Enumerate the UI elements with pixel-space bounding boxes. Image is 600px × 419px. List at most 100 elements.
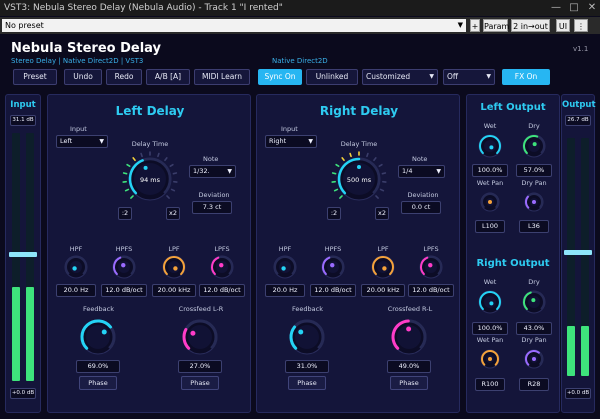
plugin-subtitle: Stereo Delay | Native Direct2D | VST3	[11, 57, 144, 65]
chevron-down-icon: ▼	[99, 138, 104, 145]
host-menu-button[interactable]: ⋮	[574, 19, 588, 32]
chevron-down-icon: ▼	[429, 73, 434, 80]
right-hpfs-knob[interactable]	[319, 253, 347, 281]
input-meter-graphic[interactable]	[6, 133, 40, 383]
left-hpfs-knob[interactable]	[110, 253, 138, 281]
delay-tick-mark	[124, 188, 130, 192]
right-hpf-value: 20.0 Hz	[265, 284, 305, 297]
right-input-select[interactable]: Right ▼	[265, 135, 317, 148]
right-hpfs-value: 12.0 dB/oct	[310, 284, 356, 297]
close-icon[interactable]: ✕	[584, 0, 600, 16]
right-input-label: Input	[281, 125, 298, 133]
undo-button[interactable]: Undo	[64, 69, 102, 85]
preset-select[interactable]: No preset ▼	[2, 19, 466, 32]
right-lpf-knob[interactable]	[369, 253, 397, 281]
chevron-down-icon: ▼	[436, 168, 441, 175]
left-lpf-knob[interactable]	[160, 253, 188, 281]
left-mul2-button[interactable]: x2	[166, 207, 180, 220]
sync-button[interactable]: Sync On	[258, 69, 302, 85]
left-hpf-knob[interactable]	[62, 253, 90, 281]
ab-button[interactable]: A/B [A]	[146, 69, 190, 85]
plugin-version: v1.1	[573, 45, 589, 53]
left-wet-value: 100.0%	[472, 164, 508, 177]
maximize-icon[interactable]: □	[566, 0, 582, 16]
left-dry-pan-value: L36	[519, 220, 549, 233]
right-delay-title: Right Delay	[319, 104, 399, 118]
fx-button[interactable]: FX On	[502, 69, 550, 85]
ui-button[interactable]: UI	[556, 19, 570, 32]
minimize-icon[interactable]: —	[548, 0, 564, 16]
output-meter-graphic[interactable]	[562, 138, 594, 378]
delay-tick-mark	[341, 157, 345, 162]
left-input-value: Left	[60, 137, 73, 145]
right-lpfs-knob[interactable]	[417, 253, 445, 281]
right-delay-time-value: 500 ms	[346, 176, 372, 184]
right-lpfs-value: 12.0 dB/oct	[408, 284, 454, 297]
left-deviation-value[interactable]: 7.3 ct	[192, 201, 232, 214]
right-feedback-label: Feedback	[292, 305, 323, 313]
right-dry-pan-knob[interactable]	[522, 347, 546, 371]
right-feedback-knob[interactable]	[279, 315, 335, 359]
left-crossfeed-phase-button[interactable]: Phase	[181, 376, 219, 390]
right-note-label: Note	[412, 155, 428, 163]
left-dry-knob[interactable]	[520, 132, 548, 160]
left-lpfs-knob[interactable]	[208, 253, 236, 281]
delay-tick-mark	[333, 188, 339, 192]
right-deviation-value[interactable]: 0.0 ct	[401, 201, 441, 214]
left-dry-label: Dry	[528, 122, 540, 130]
left-wet-knob[interactable]	[476, 132, 504, 160]
delay-tick-mark	[366, 152, 369, 158]
param-button[interactable]: Param	[483, 19, 509, 32]
output-title: Output	[562, 100, 596, 110]
add-preset-button[interactable]: +	[470, 19, 480, 32]
midi-learn-button[interactable]: MIDI Learn	[194, 69, 250, 85]
delay-tick-mark	[373, 157, 377, 162]
right-crossfeed-phase-button[interactable]: Phase	[390, 376, 428, 390]
left-input-select[interactable]: Left ▼	[56, 135, 108, 148]
delay-tick-mark	[339, 195, 343, 199]
right-mul2-button[interactable]: x2	[375, 207, 389, 220]
right-note-select[interactable]: 1/4 ▼	[398, 165, 445, 178]
link-button[interactable]: Unlinked	[306, 69, 358, 85]
right-deviation-label: Deviation	[407, 191, 439, 199]
left-crossfeed-knob[interactable]	[172, 315, 228, 359]
delay-tick-mark	[349, 152, 352, 158]
right-hpfs-label: HPFS	[324, 245, 342, 253]
left-crossfeed-label: Crossfeed L-R	[178, 305, 224, 313]
left-div2-button[interactable]: :2	[118, 207, 132, 220]
preset-button[interactable]: Preset	[13, 69, 57, 85]
right-div2-button[interactable]: :2	[327, 207, 341, 220]
right-wet-pan-knob[interactable]	[478, 347, 502, 371]
left-dry-pan-knob[interactable]	[522, 190, 546, 214]
delay-tick-mark	[335, 163, 340, 168]
delay-tick-mark	[140, 152, 143, 158]
delay-tick-mark	[126, 163, 131, 168]
left-wet-pan-knob[interactable]	[478, 190, 502, 214]
right-wet-label: Wet	[483, 278, 497, 286]
left-output-title: Left Output	[480, 102, 546, 113]
right-crossfeed-knob[interactable]	[381, 315, 437, 359]
redo-button[interactable]: Redo	[106, 69, 142, 85]
left-delay-title: Left Delay	[115, 104, 185, 118]
delay-tick-mark	[375, 195, 379, 199]
delay-tick-mark	[130, 195, 134, 199]
left-feedback-knob[interactable]	[70, 315, 126, 359]
more-icon: ⋮	[577, 22, 585, 31]
output-peak-readout: 26.7 dB	[565, 115, 591, 126]
right-feedback-phase-button[interactable]: Phase	[288, 376, 326, 390]
mode-select[interactable]: Customized ▼	[362, 69, 438, 85]
left-feedback-phase-button[interactable]: Phase	[79, 376, 117, 390]
chevron-down-icon: ▼	[227, 168, 232, 175]
left-crossfeed-value: 27.0%	[178, 360, 222, 373]
right-wet-knob[interactable]	[476, 288, 504, 316]
left-note-value: 1/32.	[193, 167, 210, 175]
mode-select-value: Customized	[366, 72, 411, 81]
left-feedback-label: Feedback	[83, 305, 114, 313]
right-hpf-knob[interactable]	[271, 253, 299, 281]
right-dry-knob[interactable]	[520, 288, 548, 316]
chevron-down-icon: ▼	[486, 73, 491, 80]
fx-mode-select[interactable]: Off ▼	[443, 69, 495, 85]
left-hpf-label: HPF	[69, 245, 83, 253]
left-note-select[interactable]: 1/32. ▼	[189, 165, 236, 178]
io-button[interactable]: 2 in→out	[511, 19, 550, 32]
